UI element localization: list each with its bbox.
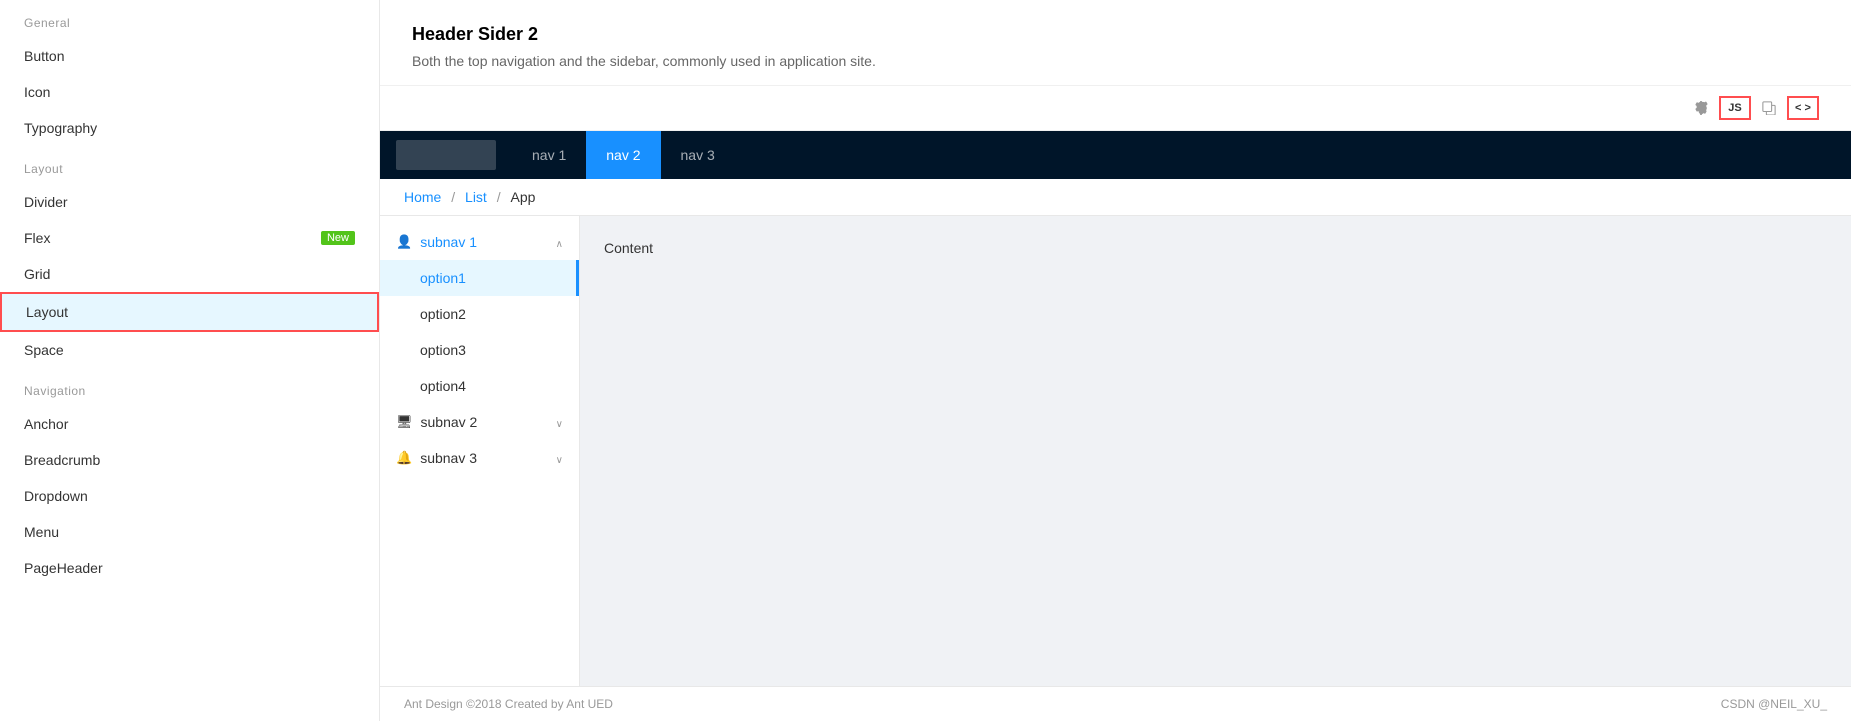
js-button[interactable]: JS [1719, 96, 1751, 120]
sidebar: General Button Icon Typography Layout Di… [0, 0, 380, 721]
subnav-1[interactable]: 👤 subnav 1 [380, 224, 579, 260]
subnav-3-label: 🔔 subnav 3 [396, 450, 477, 466]
sidebar-item-divider[interactable]: Divider [0, 184, 379, 220]
nav-item-2[interactable]: nav 2 [586, 131, 660, 179]
user-icon: 👤 [396, 234, 412, 250]
side-menu-option4[interactable]: option4 [380, 368, 579, 404]
main-content: Header Sider 2 Both the top navigation a… [380, 0, 1851, 721]
section-label-layout: Layout [0, 146, 379, 184]
new-badge: New [321, 231, 355, 245]
sidebar-item-label: Flex [24, 230, 50, 246]
nav-item-3[interactable]: nav 3 [661, 131, 735, 179]
subnav-3[interactable]: 🔔 subnav 3 [380, 440, 579, 476]
breadcrumb-sep-2: / [497, 189, 501, 205]
sidebar-item-layout[interactable]: Layout [0, 292, 379, 332]
subnav-2-chevron [556, 414, 563, 430]
content-text: Content [604, 240, 653, 256]
monitor-icon: 🖥 [396, 414, 413, 430]
breadcrumb-bar: Home / List / App [380, 179, 1851, 216]
app-layout: nav 1 nav 2 nav 3 Home / List / App [380, 131, 1851, 721]
sidebar-item-label: Space [24, 342, 64, 358]
subnav-1-chevron [556, 234, 563, 250]
footer-watermark: CSDN @NEIL_XU_ [1721, 697, 1827, 711]
settings-icon[interactable] [1687, 94, 1715, 122]
sidebar-item-menu[interactable]: Menu [0, 514, 379, 550]
side-menu-option1[interactable]: option1 [380, 260, 579, 296]
code-label: < > [1795, 102, 1811, 114]
sidebar-item-dropdown[interactable]: Dropdown [0, 478, 379, 514]
sidebar-item-label: Layout [26, 304, 68, 320]
demo-toolbar: JS < > [380, 86, 1851, 131]
sidebar-item-label: PageHeader [24, 560, 103, 576]
section-label-general: General [0, 0, 379, 38]
top-nav: nav 1 nav 2 nav 3 [380, 131, 1851, 179]
footer-copyright: Ant Design ©2018 Created by Ant UED [404, 697, 613, 711]
demo-header: Header Sider 2 Both the top navigation a… [380, 0, 1851, 86]
sidebar-item-label: Button [24, 48, 64, 64]
sidebar-item-breadcrumb[interactable]: Breadcrumb [0, 442, 379, 478]
sidebar-item-label: Typography [24, 120, 97, 136]
section-label-navigation: Navigation [0, 368, 379, 406]
sidebar-item-flex[interactable]: Flex New [0, 220, 379, 256]
subnav-1-label: 👤 subnav 1 [396, 234, 477, 250]
sidebar-item-typography[interactable]: Typography [0, 110, 379, 146]
sidebar-item-label: Dropdown [24, 488, 88, 504]
subnav-3-chevron [556, 450, 563, 466]
sidebar-item-label: Grid [24, 266, 50, 282]
sidebar-item-label: Anchor [24, 416, 68, 432]
sidebar-item-label: Icon [24, 84, 50, 100]
nav-item-1[interactable]: nav 1 [512, 131, 586, 179]
breadcrumb-list[interactable]: List [465, 189, 487, 205]
side-menu-option3[interactable]: option3 [380, 332, 579, 368]
breadcrumb-home[interactable]: Home [404, 189, 441, 205]
side-menu-option2[interactable]: option2 [380, 296, 579, 332]
subnav-2-label: 🖥 subnav 2 [396, 414, 477, 430]
side-menu: 👤 subnav 1 option1 option2 option3 [380, 216, 580, 686]
demo-preview: nav 1 nav 2 nav 3 Home / List / App [380, 131, 1851, 721]
breadcrumb-current: App [511, 189, 536, 205]
demo-footer: Ant Design ©2018 Created by Ant UED CSDN… [380, 686, 1851, 721]
sidebar-item-label: Divider [24, 194, 68, 210]
sidebar-item-grid[interactable]: Grid [0, 256, 379, 292]
layout-body: 👤 subnav 1 option1 option2 option3 [380, 216, 1851, 686]
sidebar-item-button[interactable]: Button [0, 38, 379, 74]
sidebar-item-label: Breadcrumb [24, 452, 100, 468]
sidebar-item-anchor[interactable]: Anchor [0, 406, 379, 442]
copy-icon[interactable] [1755, 94, 1783, 122]
notification-icon: 🔔 [396, 450, 412, 466]
breadcrumb-sep-1: / [451, 189, 455, 205]
subnav-2[interactable]: 🖥 subnav 2 [380, 404, 579, 440]
content-area: Content [580, 216, 1851, 686]
demo-title: Header Sider 2 [412, 24, 1819, 45]
code-button[interactable]: < > [1787, 96, 1819, 120]
js-label: JS [1728, 102, 1741, 114]
sidebar-item-pageheader[interactable]: PageHeader [0, 550, 379, 586]
sidebar-item-label: Menu [24, 524, 59, 540]
sidebar-item-icon[interactable]: Icon [0, 74, 379, 110]
sidebar-item-space[interactable]: Space [0, 332, 379, 368]
demo-description: Both the top navigation and the sidebar,… [412, 53, 1819, 69]
nav-logo [396, 140, 496, 170]
